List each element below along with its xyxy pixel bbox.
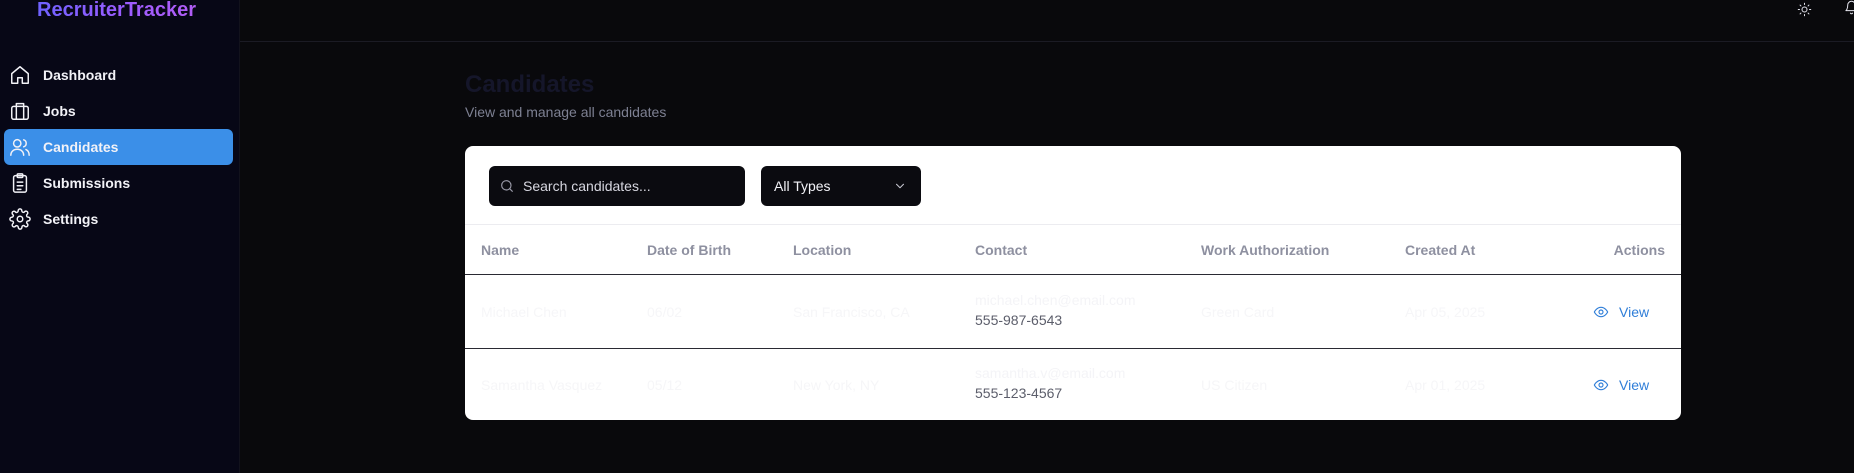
column-header-location[interactable]: Location: [793, 225, 851, 275]
sidebar-item-jobs[interactable]: Jobs: [4, 93, 233, 129]
search-input[interactable]: [523, 178, 723, 194]
cell-location: San Francisco, CA: [793, 304, 910, 320]
contact-phone: 555-123-4567: [975, 385, 1063, 401]
view-button[interactable]: View: [1593, 375, 1649, 395]
clipboard-icon: [9, 172, 31, 194]
column-header-name[interactable]: Name: [481, 225, 519, 275]
sidebar-item-label: Submissions: [43, 175, 131, 191]
sidebar-item-label: Jobs: [43, 103, 76, 119]
cell-location: New York, NY: [793, 377, 880, 393]
users-icon: [9, 136, 31, 158]
notifications-button[interactable]: [1844, 0, 1854, 18]
sun-icon: [1797, 2, 1811, 16]
page-subtitle: View and manage all candidates: [465, 104, 667, 120]
cell-contact: samantha.v@email.com 555-123-4567: [975, 363, 1125, 403]
sidebar-item-label: Dashboard: [43, 67, 117, 83]
eye-icon: [1593, 306, 1609, 318]
sidebar-item-candidates[interactable]: Candidates: [4, 129, 233, 165]
table-row[interactable]: Samantha Vasquez 05/12 New York, NY sama…: [465, 349, 1681, 420]
cell-name: Michael Chen: [481, 304, 567, 320]
gear-icon: [9, 208, 31, 230]
home-icon: [9, 64, 31, 86]
table-header: Name Date of Birth Location Contact Work…: [465, 225, 1681, 275]
cell-dob: 05/12: [647, 377, 683, 393]
type-filter-select[interactable]: All Types: [761, 166, 921, 206]
page-title: Candidates: [465, 71, 595, 98]
cell-work-authorization: US Citizen: [1201, 377, 1268, 393]
column-header-work-authorization[interactable]: Work Authorization: [1201, 225, 1329, 275]
sidebar-item-label: Settings: [43, 211, 99, 227]
briefcase-icon: [9, 100, 31, 122]
column-header-created-at[interactable]: Created At: [1405, 225, 1475, 275]
cell-contact: michael.chen@email.com 555-987-6543: [975, 290, 1136, 330]
cell-created-at: Apr 01, 2025: [1405, 377, 1486, 393]
contact-email: samantha.v@email.com: [975, 365, 1126, 381]
theme-toggle-button[interactable]: [1795, 0, 1813, 18]
column-header-dob[interactable]: Date of Birth: [647, 225, 731, 275]
table-row[interactable]: Michael Chen 06/02 San Francisco, CA mic…: [465, 276, 1681, 349]
search-icon: [499, 178, 515, 194]
eye-icon: [1593, 379, 1609, 391]
candidates-card: All Types Name Date of Birth Location Co…: [465, 146, 1681, 420]
view-label: View: [1619, 304, 1650, 320]
chevron-down-icon: [895, 183, 905, 189]
contact-email: michael.chen@email.com: [975, 292, 1136, 308]
type-filter-value: All Types: [774, 178, 831, 194]
search-box[interactable]: [489, 166, 745, 206]
sidebar-item-settings[interactable]: Settings: [4, 201, 233, 237]
cell-dob: 06/02: [647, 304, 683, 320]
sidebar-item-dashboard[interactable]: Dashboard: [4, 57, 233, 93]
column-header-contact[interactable]: Contact: [975, 225, 1027, 275]
contact-phone: 555-987-6543: [975, 312, 1063, 328]
cell-created-at: Apr 05, 2025: [1405, 304, 1486, 320]
sidebar-item-label: Candidates: [43, 139, 119, 155]
view-label: View: [1619, 377, 1650, 393]
sidebar: RecruiterTracker Dashboard Jobs Candidat…: [0, 0, 240, 473]
column-header-actions: Actions: [1613, 242, 1665, 258]
cell-work-authorization: Green Card: [1201, 304, 1275, 320]
filter-toolbar: All Types: [465, 146, 1681, 225]
cell-name: Samantha Vasquez: [481, 377, 603, 393]
view-button[interactable]: View: [1593, 302, 1649, 322]
sidebar-item-submissions[interactable]: Submissions: [4, 165, 233, 201]
top-bar: [240, 0, 1854, 42]
brand-logo[interactable]: RecruiterTracker: [37, 0, 196, 25]
bell-icon: [1845, 0, 1854, 15]
